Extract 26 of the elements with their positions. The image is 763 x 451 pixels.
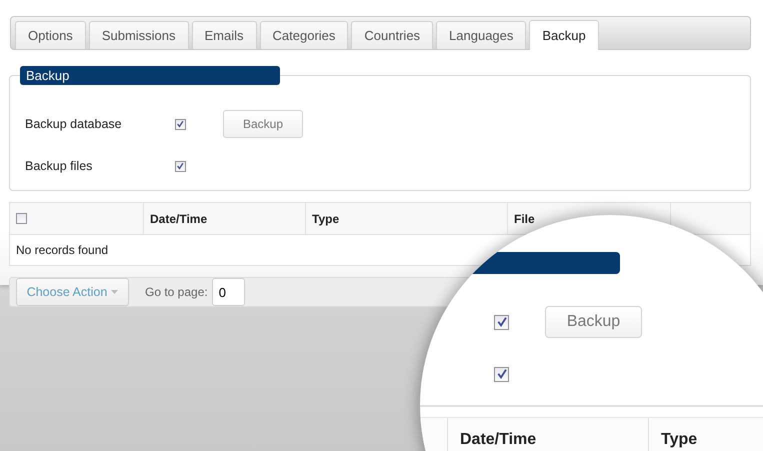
tab[interactable]: Options [15,21,86,49]
section-title: Backup [20,66,280,85]
option-label: Backup files [25,159,94,173]
column-header: File [514,212,535,226]
checkbox[interactable] [494,314,509,330]
option-label: Backup database [25,117,123,131]
tab[interactable]: Languages [436,21,526,49]
tab[interactable]: Emails [192,21,257,49]
column-header: Date/Time [460,431,536,449]
checkbox[interactable] [494,366,509,382]
checkbox[interactable] [175,118,186,130]
backup-button[interactable]: Backup [545,306,642,338]
tab[interactable]: Submissions [88,21,189,49]
tab[interactable]: Countries [351,21,434,49]
empty-message: No records found [16,243,108,257]
backup-button[interactable]: Backup [223,110,303,138]
tab[interactable]: Backup [529,20,599,50]
checkbox[interactable] [175,160,186,172]
caret-icon [111,290,118,294]
tab[interactable]: Categories [260,21,348,49]
column-header: Date/Time [150,212,208,226]
column-header: Type [312,212,340,226]
page-input[interactable]: 0 [212,278,245,306]
column-header: Type [661,431,698,449]
goto-page-label: Go to page: [145,285,208,299]
select-all-checkbox[interactable] [16,213,27,224]
